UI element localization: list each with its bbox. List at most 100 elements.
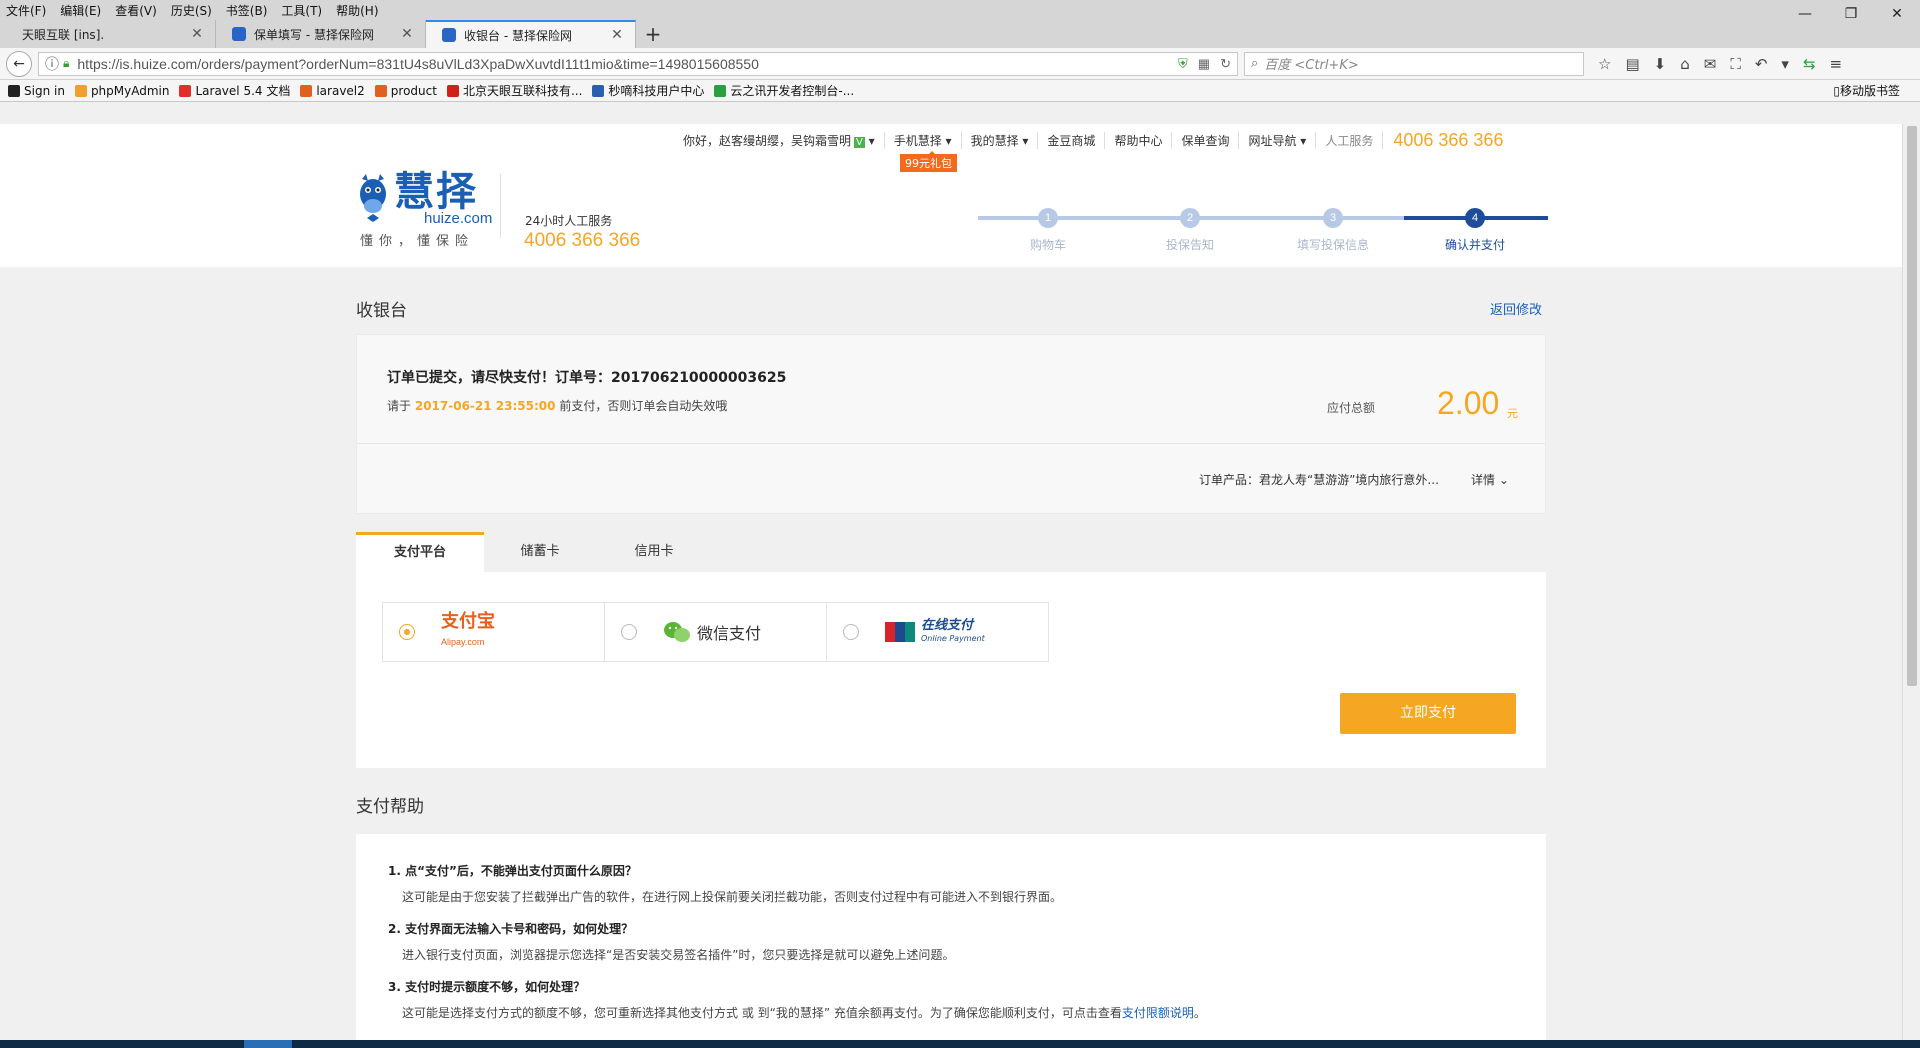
bookmark-item[interactable]: 北京天眼互联科技有... xyxy=(446,82,582,99)
bookmark-icon xyxy=(74,84,87,97)
star-icon[interactable]: ☆ xyxy=(1598,55,1611,73)
close-icon[interactable]: ✕ xyxy=(189,26,205,42)
unionpay-logo: 在线支付 Online Payment xyxy=(921,619,985,645)
crop-icon[interactable]: ⛶ xyxy=(1730,55,1741,73)
payment-tabs: 支付平台 储蓄卡 信用卡 xyxy=(356,532,1546,572)
hamburger-menu-icon[interactable]: ≡ xyxy=(1830,55,1843,73)
menu-bookmarks[interactable]: 书签(B) xyxy=(226,2,268,19)
sync-icon[interactable]: ⇆ xyxy=(1803,55,1816,73)
progress-steps: 1 2 3 4 购物车 投保告知 填写投保信息 确认并支付 xyxy=(978,198,1548,252)
back-to-edit-link[interactable]: 返回修改 xyxy=(1490,299,1542,318)
nav-bar: ← ⓘ 🔒︎ https://is.huize.com/orders/payme… xyxy=(0,48,1920,80)
nav-mall[interactable]: 金豆商城 xyxy=(1038,132,1106,149)
tab-credit-card[interactable]: 信用卡 xyxy=(590,532,718,572)
help-answer-end: 。 xyxy=(1193,1006,1206,1020)
step-dot: 1 xyxy=(1038,208,1058,228)
nav-help-center[interactable]: 帮助中心 xyxy=(1105,132,1173,149)
alipay-text: 支付宝 xyxy=(441,611,495,632)
info-icon[interactable]: ⓘ xyxy=(45,54,59,74)
step-label-current: 确认并支付 xyxy=(1444,238,1505,252)
url-text[interactable]: https://is.huize.com/orders/payment?orde… xyxy=(77,56,1178,72)
browser-tab-active[interactable]: 收银台 - 慧择保险网 ✕ xyxy=(426,20,636,48)
radio-selected[interactable] xyxy=(399,624,415,640)
page-scrollbar[interactable] xyxy=(1902,124,1920,1040)
tab-title: 收银台 - 慧择保险网 xyxy=(464,28,572,43)
bookmark-item[interactable]: Sign in xyxy=(8,84,65,98)
back-button[interactable]: ← xyxy=(6,50,32,77)
verified-icon: V xyxy=(854,137,865,148)
logo-text: 慧择 huize.com xyxy=(394,172,492,226)
nav-my-huize[interactable]: 我的慧择 ▾ xyxy=(962,132,1039,149)
gift-badge[interactable]: 99元礼包 xyxy=(900,151,957,172)
chat-icon[interactable]: ✉ xyxy=(1704,55,1717,73)
unionpay-option[interactable]: 在线支付 Online Payment xyxy=(826,602,1049,662)
menu-tools[interactable]: 工具(T) xyxy=(281,2,322,19)
chevron-down-icon[interactable]: ▾ xyxy=(1781,55,1789,73)
divider xyxy=(357,443,1545,444)
huize-favicon-icon xyxy=(232,27,246,41)
tab-title: 保单填写 - 慧择保险网 xyxy=(254,27,374,42)
reader-icon[interactable]: ▤ xyxy=(1625,55,1639,73)
bookmark-icon xyxy=(300,84,313,97)
bookmark-item[interactable]: product xyxy=(374,83,437,98)
tab-title: 天眼互联 [ins]. xyxy=(22,27,105,42)
top-nav: 你好，赵客缦胡缨，吴钩霜雪明 V ▾ 手机慧择 ▾ 我的慧择 ▾ 金豆商城 帮助中… xyxy=(674,130,1546,151)
alipay-logo: 支付宝 Alipay.com xyxy=(441,612,495,652)
tab-debit-card[interactable]: 储蓄卡 xyxy=(476,532,604,572)
url-bar[interactable]: ⓘ 🔒︎ https://is.huize.com/orders/payment… xyxy=(38,51,1238,76)
browser-tab[interactable]: 保单填写 - 慧择保险网 ✕ xyxy=(216,20,426,48)
order-summary: 订单已提交，请尽快支付！订单号：201706210000003625 请于 20… xyxy=(356,334,1546,514)
bookmark-label: product xyxy=(390,83,437,98)
currency-unit: 元 xyxy=(1507,407,1518,420)
bookmark-label: phpMyAdmin xyxy=(90,83,170,98)
close-icon[interactable]: ✕ xyxy=(399,26,415,42)
taskbar-active-item[interactable] xyxy=(244,1040,292,1048)
menu-view[interactable]: 查看(V) xyxy=(115,2,157,19)
phone-icon: ▯ xyxy=(1833,83,1840,98)
logo-cn: 慧择 xyxy=(394,169,478,215)
search-bar[interactable]: ⌕ 百度 <Ctrl+K> xyxy=(1244,51,1584,76)
limit-info-link[interactable]: 支付限额说明 xyxy=(1122,1006,1194,1020)
menu-edit[interactable]: 编辑(E) xyxy=(60,2,101,19)
nav-mobile[interactable]: 手机慧择 ▾ xyxy=(885,132,962,149)
download-icon[interactable]: ⬇ xyxy=(1654,55,1667,73)
step-label: 填写投保信息 xyxy=(1296,238,1369,252)
alipay-option[interactable]: 支付宝 Alipay.com xyxy=(382,602,605,662)
radio[interactable] xyxy=(621,624,637,640)
greeting[interactable]: 你好，赵客缦胡缨，吴钩霜雪明 V ▾ xyxy=(674,132,885,149)
menu-help[interactable]: 帮助(H) xyxy=(336,2,378,19)
nav-policy-query[interactable]: 保单查询 xyxy=(1172,132,1240,149)
bookmarks-bar: Sign in phpMyAdmin Laravel 5.4 文档 larave… xyxy=(0,80,1920,102)
chevron-down-icon: ⌄ xyxy=(1498,473,1509,487)
nav-site-navigation[interactable]: 网址导航 ▾ xyxy=(1239,132,1317,149)
bookmark-item[interactable]: 云之讯开发者控制台-... xyxy=(714,82,854,99)
browser-tab[interactable]: 天眼互联 [ins]. ✕ xyxy=(6,20,216,48)
bookmark-item[interactable]: phpMyAdmin xyxy=(74,83,170,98)
scrollbar-thumb[interactable] xyxy=(1907,126,1917,686)
bookmark-item[interactable]: 秒嘀科技用户中心 xyxy=(592,82,704,99)
shield-icon[interactable]: ⛨ xyxy=(1178,56,1188,72)
help-item: 3. 支付时提示额度不够，如何处理？ 这可能是选择支付方式的额度不够，您可重新选… xyxy=(388,978,1206,1021)
wechat-pay-option[interactable]: 微信支付 xyxy=(604,602,827,662)
menu-file[interactable]: 文件(F) xyxy=(6,2,46,19)
reload-icon[interactable]: ↻ xyxy=(1220,56,1231,72)
payment-panel: 支付宝 Alipay.com 微信支付 在线支付 Online Payment … xyxy=(356,572,1546,768)
close-icon[interactable]: ✕ xyxy=(609,27,625,43)
menu-history[interactable]: 历史(S) xyxy=(171,2,212,19)
detail-toggle[interactable]: 详情 ⌄ xyxy=(1471,471,1509,488)
radio[interactable] xyxy=(843,624,859,640)
bookmark-item[interactable]: Laravel 5.4 文档 xyxy=(179,82,290,99)
undo-icon[interactable]: ↶ xyxy=(1755,55,1768,73)
menu-bar: 文件(F) 编辑(E) 查看(V) 历史(S) 书签(B) 工具(T) 帮助(H… xyxy=(0,0,1920,20)
pay-now-button[interactable]: 立即支付 xyxy=(1340,693,1516,734)
logo-slogan: 懂你，懂保险 xyxy=(360,234,475,249)
home-icon[interactable]: ⌂ xyxy=(1680,55,1690,73)
tab-payment-platform[interactable]: 支付平台 xyxy=(356,532,484,572)
new-tab-button[interactable]: + xyxy=(636,20,670,48)
mobile-bookmarks[interactable]: ▯ 移动版书签 xyxy=(1833,82,1900,99)
service-label: 24小时人工服务 xyxy=(525,214,613,228)
step-dot-current: 4 xyxy=(1465,208,1485,228)
logo[interactable]: 慧择 huize.com xyxy=(356,172,492,226)
bookmark-item[interactable]: laravel2 xyxy=(300,84,365,98)
qr-code-icon[interactable]: ▦ xyxy=(1198,56,1210,72)
